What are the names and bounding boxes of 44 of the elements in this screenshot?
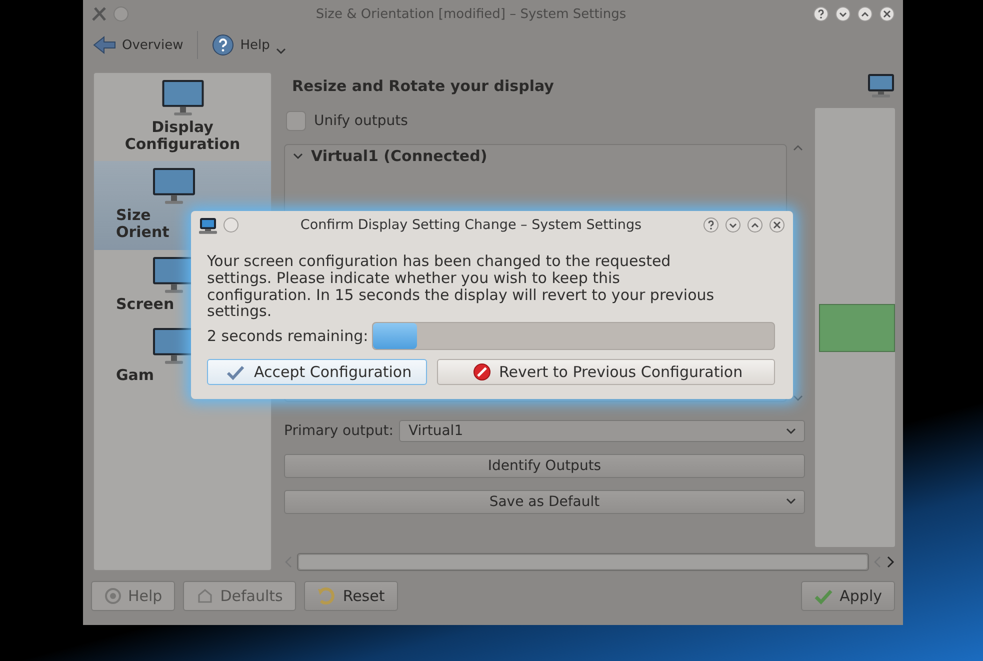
monitor-icon	[199, 216, 217, 234]
apply-button[interactable]: Apply	[800, 581, 895, 611]
monitor-icon	[160, 79, 204, 118]
help-button[interactable]	[813, 6, 829, 22]
minimize-button[interactable]	[835, 6, 851, 22]
checkbox-label: Unify outputs	[314, 113, 408, 129]
action-button[interactable]: Identify Outputs	[284, 454, 805, 478]
checkmark-icon	[814, 588, 834, 604]
window-title: Size & Orientation [modified] – System Settings	[314, 6, 628, 22]
chevron-icon	[293, 152, 303, 160]
dialog-message: Your screen configuration has been changed to the requested settings. Please indicate whether you wish to keep this configuration. In 15 seconds the display will revert to your previous settings.	[206, 251, 716, 320]
sidebar-item[interactable]: Display Configuration	[94, 73, 271, 161]
close-button[interactable]	[769, 217, 785, 233]
scroll-right-icon[interactable]	[886, 556, 895, 568]
cancel-icon	[473, 363, 491, 382]
checkmark-icon	[226, 364, 246, 381]
back-arrow-icon	[93, 35, 116, 55]
close-button[interactable]	[879, 6, 895, 22]
field-label: Primary output:	[284, 423, 394, 439]
maximize-button[interactable]	[747, 217, 763, 233]
minimize-button[interactable]	[725, 217, 741, 233]
countdown-label: 2 seconds remaining:	[207, 327, 368, 346]
maximize-button[interactable]	[857, 6, 873, 22]
caret-icon	[786, 427, 796, 435]
group-header[interactable]: Virtual1 (Connected)	[285, 145, 786, 167]
monitor-icon	[152, 167, 196, 207]
help-button[interactable]	[703, 217, 719, 233]
undo-arrow-icon	[316, 587, 337, 605]
accept-button[interactable]: Accept Configuration	[207, 359, 427, 386]
monitor-icon	[867, 73, 895, 99]
dialog-title: Confirm Display Setting Change – System Settings	[299, 217, 643, 233]
lifebuoy-icon	[104, 587, 122, 605]
reset-button[interactable]: Reset	[304, 581, 398, 611]
horizontal-scrollbar[interactable]	[297, 553, 869, 571]
tools-icon	[91, 6, 107, 22]
help-icon	[212, 34, 234, 56]
overview-button[interactable]: Overview	[89, 33, 188, 57]
checkbox[interactable]	[286, 111, 306, 131]
revert-button[interactable]: Revert to Previous Configuration	[436, 359, 775, 386]
house-icon	[196, 588, 214, 604]
page-heading: Resize and Rotate your display	[291, 77, 554, 95]
menu-button[interactable]: Save as Default	[284, 490, 805, 514]
primary-output-dropdown[interactable]: Virtual1	[399, 420, 805, 442]
help-menu-button[interactable]: Help	[208, 32, 290, 58]
